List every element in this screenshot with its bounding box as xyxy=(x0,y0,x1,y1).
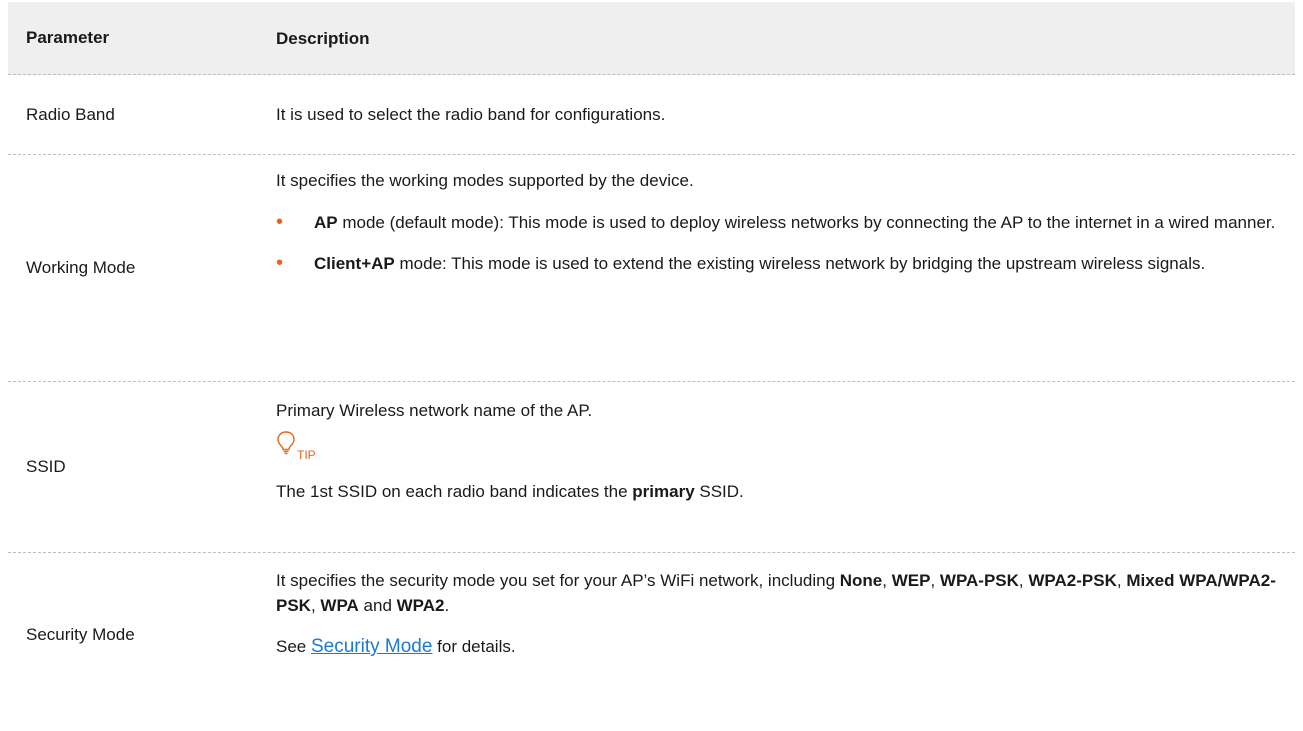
separator: , xyxy=(1116,571,1127,590)
ap-mode-term: AP xyxy=(314,213,338,232)
bullet-dot: • xyxy=(276,252,284,274)
desc-radio-band: It is used to select the radio band for … xyxy=(276,105,666,124)
desc-security-mode: It specifies the security mode you set f… xyxy=(276,553,1295,717)
separator: . xyxy=(444,596,450,615)
ap-mode-text: AP mode (default mode): This mode is use… xyxy=(314,210,1279,235)
ssid-note-bold: primary xyxy=(632,482,695,501)
client-ap-mode-term: Client+AP xyxy=(314,254,395,273)
ap-mode-desc: mode (default mode): This mode is used t… xyxy=(337,213,1276,232)
param-radio-band: Radio Band xyxy=(26,104,115,124)
client-ap-mode-text: Client+AP mode: This mode is used to ext… xyxy=(314,251,1279,276)
list-item-client-ap-mode: • Client+AP mode: This mode is used to e… xyxy=(276,251,1279,276)
see-post: for details. xyxy=(432,637,516,656)
tip-label: TIP xyxy=(297,448,316,462)
ssid-note-pre: The 1st SSID on each radio band indicate… xyxy=(276,482,633,501)
separator: , xyxy=(1018,571,1029,590)
table-header-row: Parameter Description xyxy=(8,2,1295,75)
param-security-mode: Security Mode xyxy=(26,625,135,644)
separator: and xyxy=(358,596,397,615)
mode-wep: WEP xyxy=(891,571,931,590)
table-row-security-mode: Security Mode It specifies the security … xyxy=(8,553,1295,717)
security-text: It specifies the security mode you set f… xyxy=(276,571,840,590)
see-pre: See xyxy=(276,637,311,656)
client-ap-mode-desc: mode: This mode is used to extend the ex… xyxy=(394,254,1206,273)
ssid-note: The 1st SSID on each radio band indicate… xyxy=(276,479,1279,504)
desc-ssid: Primary Wireless network name of the AP.… xyxy=(276,382,1295,552)
separator: , xyxy=(882,571,892,590)
lightbulb-icon xyxy=(276,430,296,463)
desc-working-mode: It specifies the working modes supported… xyxy=(276,155,1295,381)
separator: , xyxy=(310,596,321,615)
list-item-ap-mode: • AP mode (default mode): This mode is u… xyxy=(276,210,1279,235)
mode-wpa: WPA xyxy=(320,596,359,615)
param-ssid: SSID xyxy=(26,457,66,476)
param-working-mode: Working Mode xyxy=(26,258,136,277)
security-mode-description: It specifies the security mode you set f… xyxy=(276,568,1279,618)
table-row-ssid: SSID Primary Wireless network name of th… xyxy=(8,382,1295,553)
ssid-note-post: SSID. xyxy=(694,482,744,501)
header-parameter: Parameter xyxy=(26,28,110,47)
ssid-intro: Primary Wireless network name of the AP. xyxy=(276,401,593,420)
table-row-working-mode: Working Mode It specifies the working mo… xyxy=(8,155,1295,382)
security-see-details: See Security Mode for details. xyxy=(276,634,1279,659)
bullet-dot: • xyxy=(276,211,284,233)
security-mode-link[interactable]: Security Mode xyxy=(311,636,432,657)
mode-wpa-psk: WPA-PSK xyxy=(939,571,1019,590)
separator: , xyxy=(930,571,940,590)
mode-wpa2: WPA2 xyxy=(396,596,445,615)
mode-wpa2-psk: WPA2-PSK xyxy=(1028,571,1117,590)
header-description: Description xyxy=(276,28,370,48)
parameter-table: Parameter Description Radio Band It is u… xyxy=(8,2,1295,717)
table-row-radio-band: Radio Band It is used to select the radi… xyxy=(8,75,1295,155)
mode-none: None xyxy=(839,571,883,590)
working-mode-intro: It specifies the working modes supported… xyxy=(276,171,694,190)
tip-note: TIP xyxy=(276,431,1279,463)
